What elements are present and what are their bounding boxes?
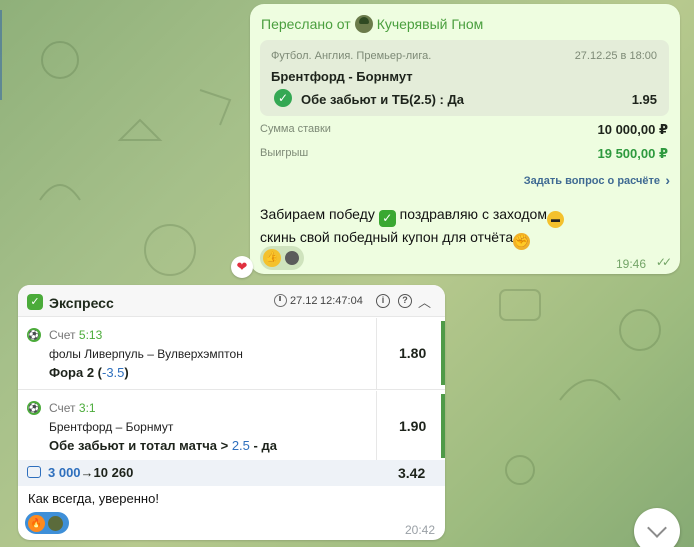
stake-value: 10 000,00 ₽	[597, 122, 669, 137]
coupon-date: 27.12.25 в 18:00	[574, 50, 657, 62]
express-leg: ⚽ Счет 3:1 Брентфорд – Борнмут Обе забью…	[18, 391, 445, 463]
check-circle-icon: ✓	[274, 89, 292, 107]
coupon-match: Брентфорд - Борнмут	[271, 69, 413, 84]
express-time: 12:47:04	[320, 295, 363, 307]
sum-win: 10 260	[93, 465, 134, 480]
sunglasses-emoji-icon: ▬	[546, 211, 564, 228]
football-icon: ⚽	[27, 328, 41, 342]
help-icon[interactable]: ?	[398, 294, 412, 308]
express-header: ✓ Экспресс 27.12 12:47:04 i ? ︿	[18, 285, 445, 317]
chevron-up-icon[interactable]: ︿	[418, 292, 431, 311]
leg-odds: 1.90	[399, 418, 427, 434]
forwarded-prefix: Переслано от	[261, 16, 351, 32]
forwarded-message-bubble[interactable]: Переслано от Кучерявый Гном Футбол. Англ…	[250, 4, 680, 274]
ask-question-link[interactable]: Задать вопрос о расчёте	[524, 175, 660, 187]
clock-icon	[274, 294, 287, 307]
score-line: Счет 5:13	[49, 328, 102, 342]
message-line1-b: поздравляю с заходом	[399, 206, 547, 222]
express-date: 27.12	[290, 295, 318, 307]
reaction-pill[interactable]: 🔥	[25, 512, 69, 534]
football-icon: ⚽	[27, 401, 41, 415]
divider	[376, 318, 377, 390]
coupon-bet: Обе забьют и ТБ(2.5) : Да	[301, 92, 464, 107]
market-suffix: )	[124, 365, 129, 380]
express-summary: 3 000→10 260 3.42	[18, 460, 445, 486]
reactor-avatar	[47, 514, 64, 532]
check-emoji-icon: ✓	[378, 210, 396, 227]
author-avatar	[354, 15, 373, 33]
market-prefix: Фора 2 (	[49, 365, 102, 380]
bet-coupon-card: Футбол. Англия. Премьер-лига. 27.12.25 в…	[260, 40, 669, 116]
score-value: 3:1	[78, 401, 96, 415]
leg-market: Фора 2 (-3.5)	[49, 365, 129, 380]
coupon-odds: 1.95	[631, 92, 657, 107]
leg-teams: фолы Ливерпуль – Вулверхэмптон	[49, 347, 243, 361]
market-suffix: - да	[253, 438, 277, 453]
status-bar	[441, 321, 445, 385]
stake-label: Сумма ставки	[260, 123, 331, 135]
reactor-avatar	[283, 249, 301, 267]
win-label: Выигрыш	[260, 147, 309, 159]
express-check-icon: ✓	[27, 294, 43, 310]
scroll-down-button[interactable]	[634, 508, 680, 547]
fire-icon: 🔥	[28, 514, 45, 532]
coupon-league: Футбол. Англия. Премьер-лига.	[271, 50, 432, 62]
summary-amounts: 3 000→10 260	[48, 465, 133, 480]
read-ticks-icon: ✓✓	[655, 255, 672, 269]
forwarded-header[interactable]: Переслано от Кучерявый Гном	[261, 15, 483, 33]
forwarded-author[interactable]: Кучерявый Гном	[377, 16, 484, 32]
message-line2: скинь свой победный купон для отчёта	[260, 229, 514, 245]
leg-market: Обе забьют и тотал матча > 2.5 - да	[49, 438, 277, 453]
heart-icon[interactable]: ❤	[231, 256, 253, 278]
market-highlight: -3.5	[102, 365, 125, 380]
score-label: Счет	[49, 401, 76, 415]
arrow-right-icon: →	[80, 465, 94, 480]
express-title: Экспресс	[49, 295, 114, 311]
express-message-bubble[interactable]: ✓ Экспресс 27.12 12:47:04 i ? ︿ ⚽ Счет 5…	[18, 285, 445, 540]
wallet-icon	[27, 466, 41, 478]
score-value: 5:13	[78, 328, 103, 342]
message-time: 20:42	[404, 523, 435, 537]
window-edge	[0, 10, 2, 100]
chevron-right-icon[interactable]: ›	[665, 172, 670, 188]
win-value: 19 500,00 ₽	[597, 146, 669, 161]
express-leg: ⚽ Счет 5:13 фолы Ливерпуль – Вулверхэмпт…	[18, 318, 445, 390]
market-highlight: 2.5	[231, 438, 250, 453]
forwarded-message-text: Забираем победу ✓ поздравляю с заходом ▬ …	[260, 205, 564, 250]
score-label: Счет	[49, 328, 76, 342]
sum-stake: 3 000	[48, 465, 81, 480]
score-line: Счет 3:1	[49, 401, 96, 415]
info-icon[interactable]: i	[376, 294, 390, 308]
leg-odds: 1.80	[399, 345, 427, 361]
muscle-emoji-icon: ✊	[513, 233, 531, 250]
divider	[376, 391, 377, 463]
thumbs-up-icon: 👍	[263, 249, 281, 267]
total-odds: 3.42	[398, 465, 426, 481]
express-message-text: Как всегда, уверенно!	[28, 491, 159, 506]
leg-teams: Брентфорд – Борнмут	[49, 420, 174, 434]
message-time: 19:46	[615, 257, 646, 271]
message-line1-a: Забираем победу	[260, 206, 375, 222]
reaction-pill[interactable]: 👍	[260, 246, 304, 270]
status-bar	[441, 394, 445, 458]
market-prefix: Обе забьют и тотал матча >	[49, 438, 229, 453]
